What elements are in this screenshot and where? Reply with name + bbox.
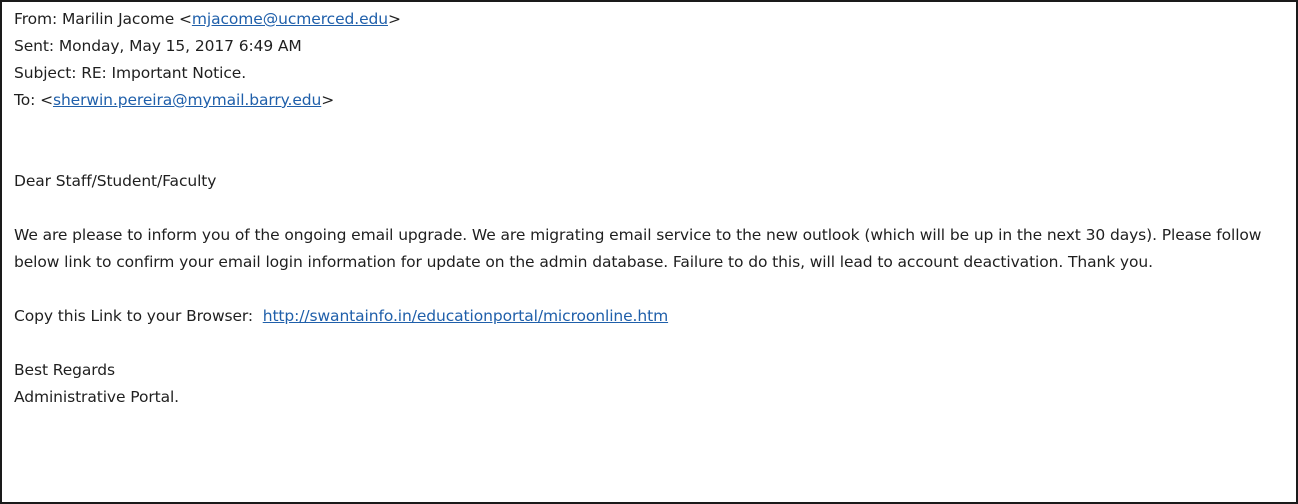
link-prefix: Copy this Link to your Browser: <box>14 307 263 325</box>
email-body: Dear Staff/Student/Faculty We are please… <box>14 168 1290 411</box>
subject-line: Subject: RE: Important Notice. <box>14 64 247 82</box>
to-email-link[interactable]: sherwin.pereira@mymail.barry.edu <box>53 91 321 109</box>
closing: Best Regards <box>14 361 116 379</box>
greeting: Dear Staff/Student/Faculty <box>14 172 217 190</box>
phishing-url-link[interactable]: http://swantainfo.in/educationportal/mic… <box>263 307 668 325</box>
email-content: From: Marilin Jacome <mjacome@ucmerced.e… <box>14 6 1290 411</box>
signature: Administrative Portal. <box>14 388 180 406</box>
from-label: From: Marilin Jacome < <box>14 10 192 28</box>
from-line: From: Marilin Jacome <mjacome@ucmerced.e… <box>14 6 1290 33</box>
to-close: > <box>321 91 335 109</box>
body-paragraph: We are please to inform you of the ongoi… <box>14 226 1262 271</box>
sent-line: Sent: Monday, May 15, 2017 6:49 AM <box>14 37 302 55</box>
link-line: Copy this Link to your Browser: http://s… <box>14 303 1290 330</box>
from-close: > <box>387 10 401 28</box>
email-header: From: Marilin Jacome <mjacome@ucmerced.e… <box>14 6 1290 114</box>
email-frame: From: Marilin Jacome <mjacome@ucmerced.e… <box>0 0 1298 504</box>
to-label: To: < <box>14 91 53 109</box>
to-line: To: <sherwin.pereira@mymail.barry.edu> <box>14 87 1290 114</box>
from-email-link[interactable]: mjacome@ucmerced.edu <box>192 10 388 28</box>
